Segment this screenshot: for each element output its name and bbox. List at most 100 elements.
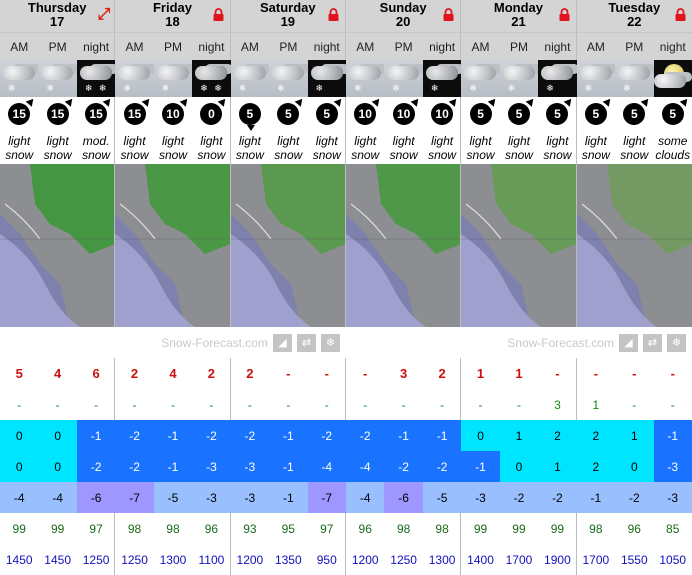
wind-cell: 5	[654, 96, 692, 131]
snowflake-glyph: ❄	[277, 83, 285, 93]
temp-max: -2	[230, 420, 270, 451]
wind-cell: 10	[384, 96, 422, 131]
day-column-2: 1200 1350 950	[231, 544, 346, 575]
snow-cloud-icon: ❄	[230, 60, 270, 97]
snowflake-toggle-icon[interactable]: ❄	[320, 333, 340, 352]
lock-icon[interactable]	[328, 8, 339, 21]
day-column-3: -4 -2 -2	[345, 451, 462, 482]
temp-min: 0	[499, 451, 539, 482]
wind-speed: 15	[89, 107, 103, 121]
wind-cell: 5	[500, 96, 538, 131]
day-column-2: -2 -1 -2	[230, 420, 346, 451]
wind-cell: 15	[115, 96, 153, 131]
wind-speed-badge: 5	[661, 96, 691, 125]
lock-icon[interactable]	[213, 8, 224, 21]
day-column-5: light snow light snow some clouds	[577, 131, 692, 164]
lock-icon[interactable]	[443, 8, 454, 21]
period-label: night	[313, 40, 340, 54]
snowflake-glyph: ❄	[123, 83, 131, 93]
temp-min: 0	[0, 451, 39, 482]
wind-arrow-icon	[294, 96, 306, 107]
wind-chill: -2	[538, 482, 577, 513]
humidity-value: 99	[550, 521, 565, 536]
lock-icon[interactable]	[559, 8, 570, 21]
wind-arrow-icon	[640, 96, 652, 107]
day-column-3: ❄ ❄ ❄	[345, 60, 462, 97]
forecast-table: Thursday 17 ⤢ Friday 18 Saturday 19 Sunday 20 Mon…	[0, 0, 692, 575]
wind-speed-badge: 5	[507, 96, 537, 125]
snowflake-glyph: ❄	[507, 83, 516, 93]
rain-amount: -	[401, 397, 406, 412]
moon-cloud-icon	[653, 60, 692, 97]
wind-arrow-icon	[371, 96, 383, 107]
cloud-shape	[272, 66, 305, 80]
corner-arrow-icon[interactable]: ◢	[618, 333, 638, 352]
period-label: PM	[625, 40, 644, 54]
wind-arrow-icon	[410, 96, 421, 107]
day-column-4: - - 3	[461, 389, 577, 420]
cloud-shape	[425, 66, 458, 80]
freezing-level: 1200	[236, 552, 264, 567]
humidity-value: 96	[627, 521, 641, 536]
day-column-1: -7 -5 -3	[115, 482, 231, 513]
wind-speed-badge: 5	[277, 96, 306, 125]
day-column-2: -3 -1 -4	[230, 451, 346, 482]
wind-chill: -5	[153, 482, 193, 513]
wind-arrow-icon	[25, 96, 37, 107]
wind-arrow-icon	[102, 96, 114, 107]
wind-speed: 10	[166, 107, 180, 121]
snow-amount: 3	[400, 366, 408, 381]
humidity-value: 99	[512, 521, 526, 536]
snow-cloud-icon: ❄	[307, 60, 346, 97]
corner-arrow-icon[interactable]: ◢	[272, 333, 292, 352]
wind-chill: -3	[192, 482, 231, 513]
day-header: Thursday 17 ⤢	[0, 0, 116, 32]
summary-line-2: snow	[158, 147, 187, 162]
day-column-1: 98 98 96	[115, 513, 231, 544]
cloud-shape	[41, 66, 74, 80]
snow-amount: -	[363, 366, 368, 381]
freezing-level-row: 1450 1450 1250 1250 1300 1100 1200 1350 950 1200 1…	[0, 544, 692, 575]
map-svg	[0, 164, 115, 327]
day-column-5: 98 96 85	[577, 513, 692, 544]
wind-cell: 5	[538, 96, 576, 131]
snowflake-toggle-icon[interactable]: ❄	[666, 333, 686, 352]
summary-line-2: snow	[428, 147, 457, 162]
snow-cloud-icon: ❄	[345, 60, 385, 97]
expand-icon[interactable]: ⤢	[98, 7, 111, 23]
freezing-level: 1450	[44, 552, 71, 567]
day-column-1: AM PM night	[115, 33, 231, 60]
cloud-shape	[156, 66, 189, 80]
temp-min: -1	[269, 451, 308, 482]
day-column-0: ---	[0, 389, 116, 420]
wind-arrow-icon	[333, 96, 345, 107]
day-date: 22	[627, 14, 642, 29]
period-label: night	[83, 40, 110, 54]
wind-cell: 5	[308, 96, 346, 131]
freezing-level: 1200	[351, 552, 379, 567]
rain-amount: -	[209, 397, 214, 412]
map-svg	[230, 164, 345, 327]
temp-min: -2	[384, 451, 423, 482]
day-column-1: -2 -1 -2	[115, 420, 231, 451]
snow-map	[0, 164, 116, 327]
snowflake-glyph: ❄	[546, 83, 554, 93]
day-column-1: 1250 1300 1100	[115, 544, 231, 575]
summary-line-1: light	[354, 133, 377, 148]
freezing-level: 1050	[659, 552, 687, 567]
cloud-shape	[653, 74, 686, 88]
brand-block-1: Snow-Forecast.com ◢ ⇄ ❄	[0, 327, 346, 358]
wind-cell: 5	[231, 97, 269, 131]
period-label: AM	[586, 40, 605, 54]
lock-icon[interactable]	[675, 8, 686, 21]
temp-max: 0	[0, 420, 39, 451]
period-label: AM	[10, 40, 29, 54]
wind-cell: 0	[192, 96, 230, 131]
snow-cloud-icon: ❄	[0, 60, 39, 97]
wind-speed-badge: 5	[238, 103, 261, 131]
weather-summary: light snow	[423, 131, 461, 164]
summary-line-2: snow	[466, 147, 495, 162]
rain-toggle-icon[interactable]: ⇄	[296, 333, 316, 352]
weather-summary: some clouds	[654, 131, 692, 164]
rain-toggle-icon[interactable]: ⇄	[642, 333, 662, 352]
